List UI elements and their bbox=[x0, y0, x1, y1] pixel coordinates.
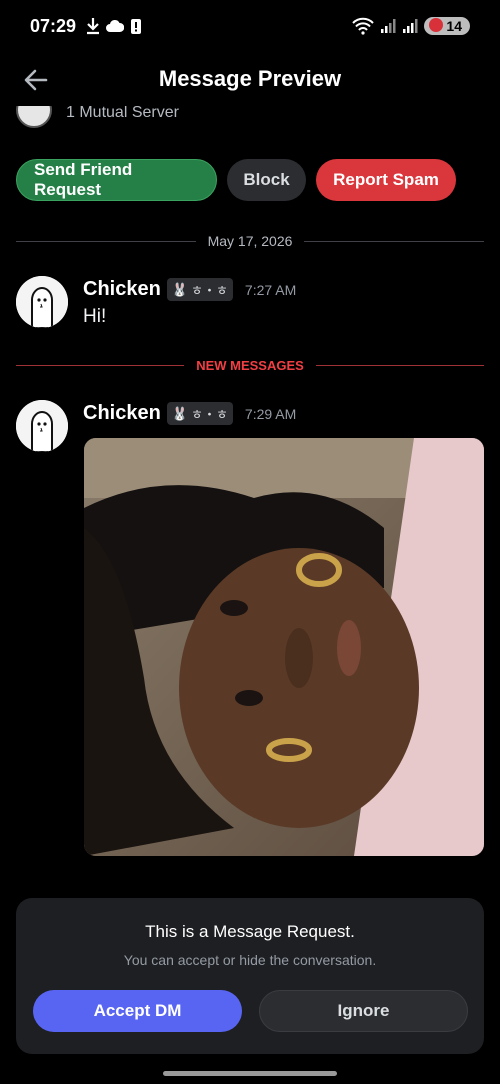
mutual-servers-label: 1 Mutual Server bbox=[66, 106, 179, 121]
signal-icon bbox=[381, 19, 396, 33]
message-request-card: This is a Message Request. You can accep… bbox=[16, 898, 484, 1054]
date-divider: May 17, 2026 bbox=[16, 231, 484, 251]
top-bar: Message Preview bbox=[0, 54, 500, 106]
ghost-avatar-icon bbox=[16, 400, 68, 452]
server-tag[interactable]: 🐰 ㅎ・ㅎ bbox=[166, 278, 233, 301]
timestamp: 7:29 AM bbox=[244, 405, 297, 422]
status-bar: 07:29 14 bbox=[0, 0, 500, 54]
server-avatar bbox=[16, 106, 52, 128]
date-label: May 17, 2026 bbox=[207, 233, 293, 249]
avatar[interactable] bbox=[16, 276, 68, 328]
home-indicator[interactable] bbox=[163, 1071, 337, 1076]
page-title: Message Preview bbox=[158, 66, 342, 91]
download-icon bbox=[87, 18, 99, 35]
bunny-icon: 🐰 bbox=[171, 281, 188, 297]
mutual-servers[interactable]: 1 Mutual Server bbox=[16, 106, 316, 136]
username[interactable]: Chicken bbox=[83, 278, 161, 301]
timestamp: 7:27 AM bbox=[244, 281, 297, 298]
photo-image bbox=[84, 438, 484, 856]
username[interactable]: Chicken bbox=[83, 402, 161, 425]
report-spam-button[interactable]: Report Spam bbox=[316, 159, 456, 201]
new-messages-label: NEW MESSAGES bbox=[196, 357, 304, 373]
request-subtitle: You can accept or hide the conversation. bbox=[123, 952, 377, 968]
new-messages-divider: NEW MESSAGES bbox=[16, 355, 484, 375]
block-button[interactable]: Block bbox=[227, 159, 306, 201]
signal-icon bbox=[403, 19, 418, 33]
avatar[interactable] bbox=[16, 400, 68, 452]
bunny-icon: 🐰 bbox=[171, 405, 188, 421]
ghost-avatar-icon bbox=[16, 276, 68, 328]
server-tag[interactable]: 🐰 ㅎ・ㅎ bbox=[166, 402, 233, 425]
status-time: 07:29 bbox=[30, 16, 77, 36]
profile-actions: Send Friend Request Block Report Spam bbox=[16, 159, 456, 201]
accept-dm-button[interactable]: Accept DM bbox=[33, 990, 242, 1032]
battery-icon: 14 bbox=[424, 17, 470, 35]
ignore-button[interactable]: Ignore bbox=[259, 990, 468, 1032]
send-friend-request-button[interactable]: Send Friend Request bbox=[16, 159, 217, 201]
battery-level: 14 bbox=[446, 18, 462, 34]
message-text: Hi! bbox=[83, 306, 107, 327]
alert-icon bbox=[131, 19, 141, 34]
request-title: This is a Message Request. bbox=[145, 922, 355, 941]
image-attachment[interactable] bbox=[84, 438, 484, 856]
message[interactable]: Chicken 🐰 ㅎ・ㅎ 7:27 AM Hi! bbox=[16, 276, 484, 336]
cloud-icon bbox=[106, 19, 124, 32]
wifi-icon bbox=[352, 17, 375, 35]
